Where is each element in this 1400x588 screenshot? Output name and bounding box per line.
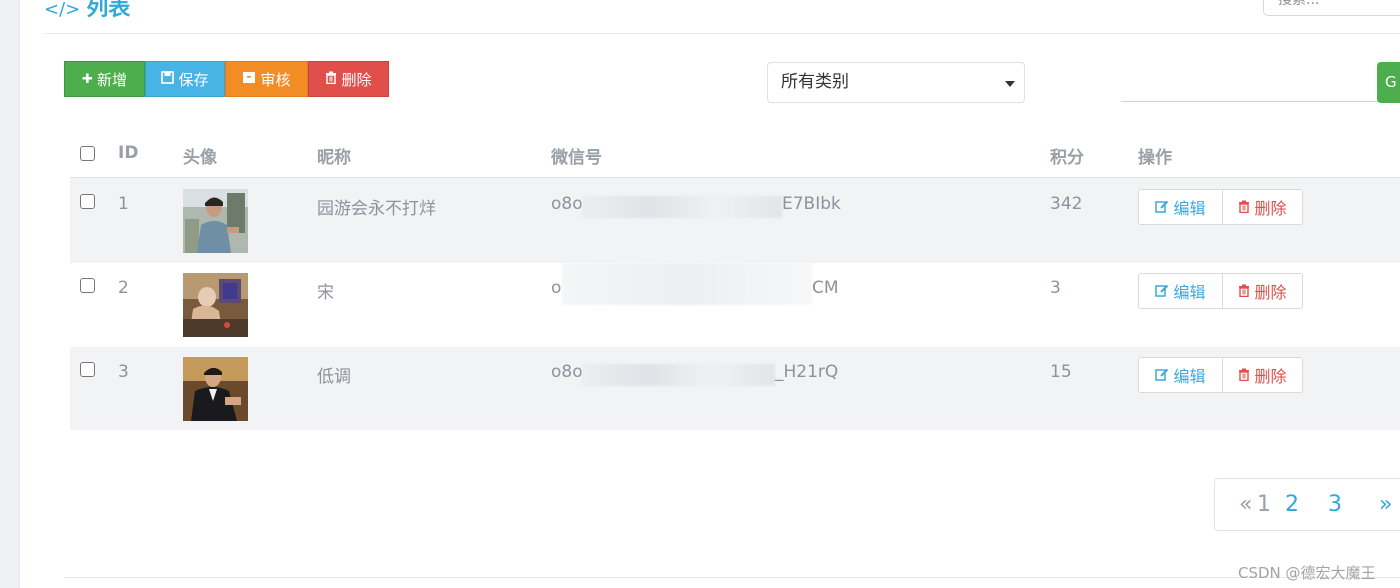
row-checkbox[interactable] [80,194,95,209]
row-checkbox[interactable] [80,278,95,293]
pagination-prev[interactable]: « [1239,492,1252,517]
title-divider [44,33,1400,34]
add-button-label: 新增 [96,70,127,89]
pagination: « 1 2 3 » [1214,478,1400,531]
avatar [183,189,248,253]
redaction-blur [582,196,782,218]
row-points: 3 [1050,278,1061,298]
edit-icon [1155,282,1169,301]
pagination-current: 1 [1257,492,1271,517]
avatar [183,357,248,421]
row-wechat-suffix: E7BIbk [782,194,841,214]
row-wechat-prefix: o8o [551,194,583,214]
row-points: 342 [1050,194,1083,214]
plus-icon: ✚ [82,71,93,87]
row-id: 1 [118,194,129,214]
row-delete-label: 删除 [1254,283,1287,302]
pagination-page[interactable]: 3 [1328,492,1342,517]
archive-icon [242,71,256,88]
edit-icon [1155,198,1169,217]
edit-button[interactable]: 编辑 [1138,357,1223,393]
row-wechat-suffix: CM [812,278,839,298]
row-nickname: 宋 [317,283,334,303]
edit-button[interactable]: 编辑 [1138,189,1223,225]
trash-icon [1238,366,1250,385]
column-header-nickname: 昵称 [317,148,351,168]
category-select-value: 所有类别 [781,72,849,92]
column-header-points: 积分 [1050,148,1084,168]
pagination-page[interactable]: 2 [1285,492,1299,517]
row-nickname: 低调 [317,367,351,387]
add-button[interactable]: ✚ 新增 [64,61,145,97]
trash-icon [325,71,337,88]
left-sidebar-strip [0,0,20,588]
avatar [183,273,248,337]
row-points: 15 [1050,362,1072,382]
row-id: 2 [118,278,129,298]
column-header-actions: 操作 [1138,148,1172,168]
row-id: 3 [118,362,129,382]
search-input[interactable]: 搜索... [1263,0,1400,16]
filter-input[interactable] [1121,62,1381,102]
row-wechat-suffix: _H21rQ [775,362,839,382]
table-row: 2 宋 o CM 3 编辑 删除 [70,263,1400,347]
redaction-blur [582,364,775,386]
save-button[interactable]: 保存 [145,61,225,97]
edit-icon [1155,366,1169,385]
select-all-checkbox[interactable] [80,146,95,161]
audit-button-label: 审核 [260,70,291,89]
redaction-blur [562,263,812,305]
row-delete-button[interactable]: 删除 [1222,189,1303,225]
row-delete-button[interactable]: 删除 [1222,273,1303,309]
chevron-down-icon [1005,81,1015,87]
code-icon: </> [44,0,81,20]
watermark: CSDN @德宏大魔王 [1238,564,1376,582]
page-title-text: 列表 [86,0,131,21]
audit-button[interactable]: 审核 [225,61,308,97]
row-delete-button[interactable]: 删除 [1222,357,1303,393]
trash-icon [1238,198,1250,217]
column-header-avatar: 头像 [183,148,217,168]
filter-go-button[interactable]: G [1377,62,1400,103]
row-wechat-prefix: o8o [551,362,583,382]
table-row: 3 低调 o8o _H21rQ 15 编辑 删除 [70,347,1400,430]
page-title: </> 列表 [44,0,130,22]
column-header-wechat: 微信号 [551,148,602,168]
row-delete-label: 删除 [1254,367,1287,386]
table-row: 1 园游会永不打烊 o8o E7BIbk 342 编辑 删除 [70,178,1400,263]
row-checkbox[interactable] [80,362,95,377]
delete-button[interactable]: 删除 [308,61,389,97]
edit-button-label: 编辑 [1173,367,1206,386]
delete-button-label: 删除 [341,70,372,89]
edit-button-label: 编辑 [1173,283,1206,302]
footer-divider [64,577,1400,578]
pagination-next[interactable]: » [1379,492,1392,517]
floppy-icon [161,70,175,88]
save-button-label: 保存 [178,70,209,89]
row-wechat-prefix: o [551,278,562,298]
edit-button-label: 编辑 [1173,199,1206,218]
category-select[interactable]: 所有类别 [767,62,1025,103]
edit-button[interactable]: 编辑 [1138,273,1223,309]
column-header-id: ID [118,143,139,163]
row-delete-label: 删除 [1254,199,1287,218]
trash-icon [1238,282,1250,301]
row-nickname: 园游会永不打烊 [317,199,436,219]
